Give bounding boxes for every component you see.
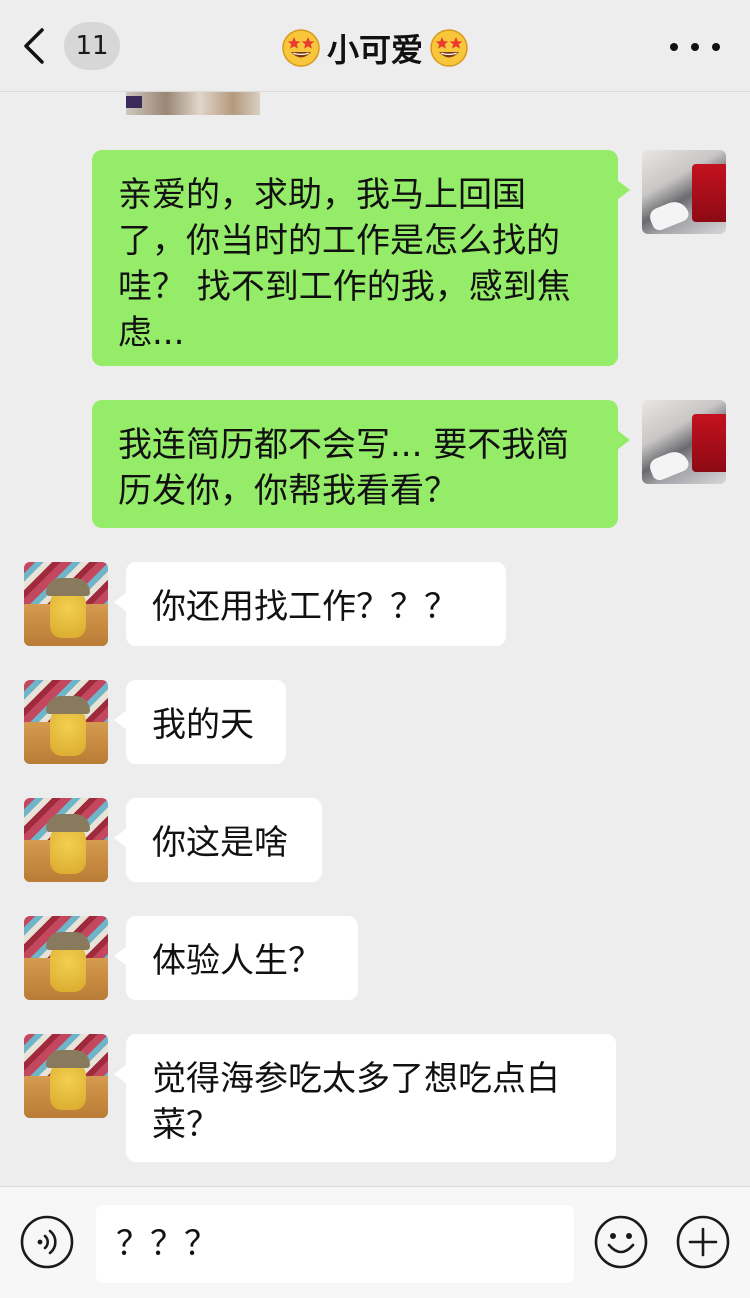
message-bubble-received[interactable]: 觉得海参吃太多了想吃点白菜？ <box>114 1034 616 1162</box>
chat-header: 11 小可爱 <box>0 0 750 92</box>
star-struck-emoji-icon <box>282 29 320 67</box>
message-bubble-received[interactable]: 你这是啥 <box>114 798 322 882</box>
avatar-photo-detail <box>46 814 90 832</box>
avatar-photo-detail <box>46 1050 90 1068</box>
avatar-photo-detail <box>647 197 691 233</box>
my-avatar[interactable] <box>642 150 726 234</box>
contact-avatar[interactable] <box>24 916 108 1000</box>
avatar-photo-detail <box>692 164 726 222</box>
message-list[interactable]: 亲爱的，求助，我马上回国了，你当时的工作是怎么找的哇？ 找不到工作的我，感到焦虑… <box>0 92 750 1186</box>
contact-avatar[interactable] <box>24 798 108 882</box>
avatar-photo-detail <box>692 414 726 472</box>
avatar-photo-detail <box>46 696 90 714</box>
input-toolbar <box>0 1186 750 1298</box>
message-input[interactable] <box>96 1205 574 1283</box>
message-bubble-sent[interactable]: 亲爱的，求助，我马上回国了，你当时的工作是怎么找的哇？ 找不到工作的我，感到焦虑… <box>92 150 630 366</box>
chat-title: 小可爱 <box>0 20 750 76</box>
more-options-button[interactable] <box>670 30 720 64</box>
avatar-photo-detail <box>647 447 691 483</box>
add-attachment-icon[interactable] <box>676 1215 730 1269</box>
star-struck-emoji-icon <box>430 29 468 67</box>
contact-avatar[interactable] <box>24 680 108 764</box>
contact-avatar[interactable] <box>24 1034 108 1118</box>
avatar-photo-detail <box>46 932 90 950</box>
avatar-photo-detail <box>46 578 90 596</box>
message-bubble-sent[interactable]: 我连简历都不会写... 要不我简历发你，你帮我看看？ <box>92 400 630 528</box>
emoji-icon[interactable] <box>594 1215 648 1269</box>
voice-input-icon[interactable] <box>20 1215 74 1269</box>
previous-image-message[interactable] <box>126 92 260 115</box>
more-dot-icon <box>670 43 678 51</box>
message-bubble-received[interactable]: 体验人生？ <box>114 916 358 1000</box>
more-dot-icon <box>712 43 720 51</box>
message-bubble-received[interactable]: 我的天 <box>114 680 286 764</box>
my-avatar[interactable] <box>642 400 726 484</box>
message-bubble-received[interactable]: 你还用找工作？？？ <box>114 562 506 646</box>
contact-avatar[interactable] <box>24 562 108 646</box>
chat-title-text: 小可爱 <box>326 31 423 69</box>
more-dot-icon <box>691 43 699 51</box>
